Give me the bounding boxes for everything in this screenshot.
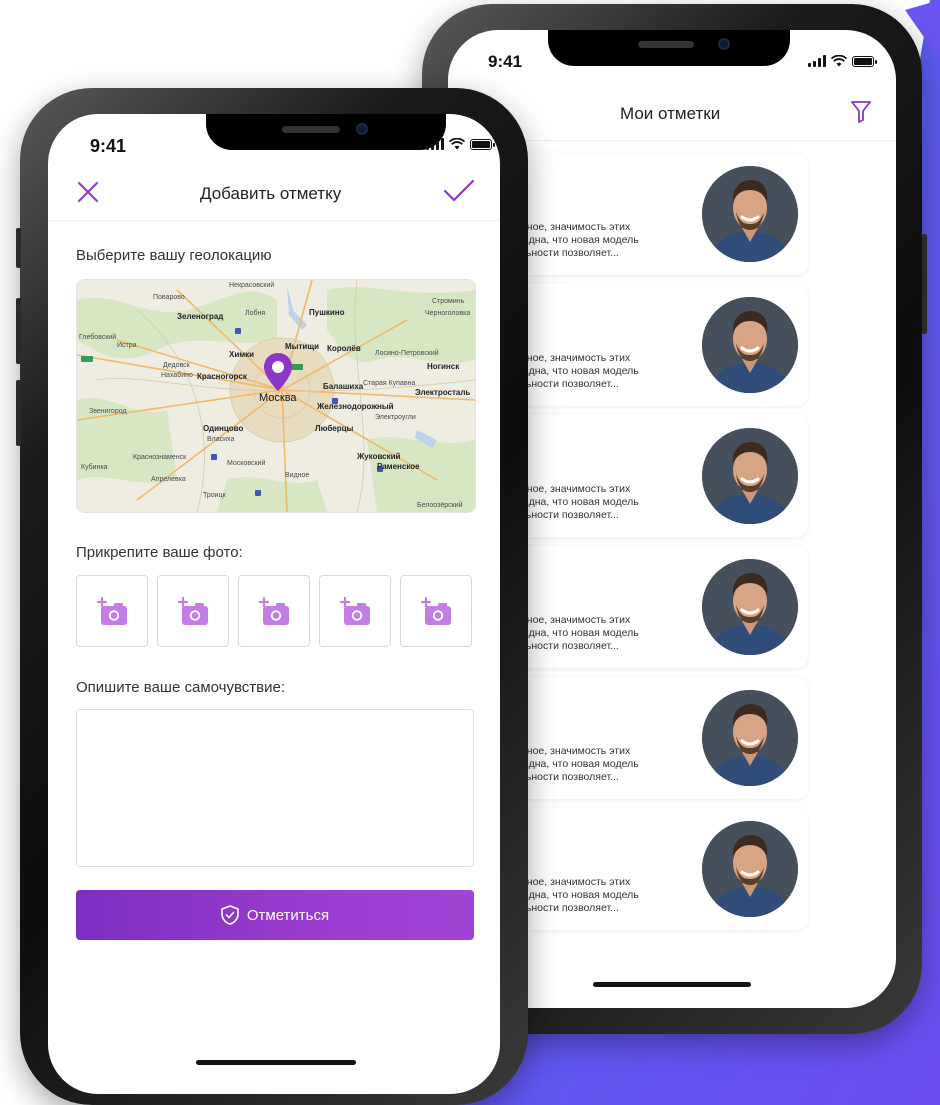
mute-switch [16,228,21,268]
phone-add-mark: 9:41 Добавить отметку Выберите вашу геол… [16,88,528,1105]
signal-icon [426,138,444,150]
header-divider [48,220,500,221]
map-place-label: Строминь [432,298,465,305]
avatar [702,428,798,524]
wellbeing-textarea[interactable] [76,709,474,867]
photo-slot[interactable] [319,575,391,647]
map-place-label: Одинцово [203,424,244,433]
status-time: 9:41 [488,52,523,71]
map-place-label: Лосино-Петровский [375,350,439,357]
speaker [638,41,694,48]
photo-slot[interactable] [76,575,148,647]
map-place-label: Белоозёрский [417,502,463,509]
battery-icon [852,56,877,67]
add-photo-icon [96,597,127,625]
photo-slot[interactable] [238,575,310,647]
avatar [702,166,798,262]
notch [206,114,446,150]
map-place-label: Черноголовка [425,310,471,317]
filter-icon[interactable] [850,100,872,124]
battery-icon [470,139,495,150]
close-icon[interactable] [76,180,100,204]
map-place-label: Нахабино [161,372,193,379]
power-button [922,234,927,334]
map-place-label: Люберцы [315,424,354,433]
map-pin-icon[interactable] [263,352,293,392]
shield-check-icon [221,905,239,925]
volume-down-button [16,380,21,446]
map-place-label: Московский [227,460,266,467]
wifi-icon [449,138,465,150]
avatar [702,297,798,393]
home-indicator [593,982,751,987]
add-photo-icon [420,597,451,625]
map-place-label: Зеленоград [177,312,224,321]
camera [718,38,730,50]
submit-label: Отметиться [246,906,330,924]
avatar [702,821,798,917]
signal-icon [808,55,826,67]
map-place-label: Истра [117,342,137,349]
photo-slot[interactable] [400,575,472,647]
map-place-label: Звенигород [89,408,127,415]
volume-up-button [16,298,21,364]
home-indicator [196,1060,356,1065]
map-place-label: Ногинск [427,362,460,371]
map-place-label: Дедовск [163,362,190,369]
status-icons [808,55,877,67]
map-place-label: Троицк [203,492,226,499]
map-place-label: Химки [229,350,255,359]
add-photo-icon [339,597,370,625]
map-center-city: Москва [259,392,297,404]
page-title: Добавить отметку [200,184,342,203]
map-place-label: Балашиха [323,382,364,391]
location-map[interactable]: Некрасовский Поварово Лобня Пушкино Строминь… [76,279,476,513]
map-place-label: Видное [285,472,310,479]
map-place-label: Электросталь [415,388,471,397]
map-place-label: Кубинка [81,464,108,471]
map-place-label: Власиха [207,436,235,443]
avatar [702,559,798,655]
check-icon[interactable] [443,178,475,204]
map-place-label: Красногорск [197,372,247,381]
geolocation-label: Выберите вашу геолокацию [76,247,272,264]
map-place-label: Апрелевка [151,476,186,483]
status-time: 9:41 [90,136,127,156]
photo-label: Прикрепите ваше фото: [76,544,243,561]
avatar [702,690,798,786]
camera [356,123,368,135]
wellbeing-label: Опишите ваше самочувствие: [76,679,285,696]
submit-button[interactable]: Отметиться [76,890,474,940]
wifi-icon [831,55,847,67]
map-place-label: Жуковский [357,452,401,461]
notch [548,30,790,66]
speaker [282,126,340,133]
map-place-label: Мытищи [285,342,319,351]
page-title: Мои отметки [620,104,721,123]
map-place-label: Железнодорожный [317,402,394,411]
map-place-label: Пушкино [309,308,345,317]
map-place-label: Электроугли [375,414,416,421]
map-place-label: Старая Купавна [363,380,416,387]
map-place-label: Некрасовский [229,282,275,289]
map-place-label: Поварово [153,294,185,301]
map-place-label: Глебовский [79,334,117,341]
status-icons [426,138,495,150]
photo-slot[interactable] [157,575,229,647]
map-place-label: Королёв [327,344,361,353]
add-photo-icon [177,597,208,625]
map-place-label: Раменское [377,462,420,471]
map-place-label: Лобня [245,310,266,317]
screen-add-mark: 9:41 Добавить отметку Выберите вашу геол… [48,114,500,1094]
add-photo-icon [258,597,289,625]
map-place-label: Краснознаменск [133,454,187,461]
